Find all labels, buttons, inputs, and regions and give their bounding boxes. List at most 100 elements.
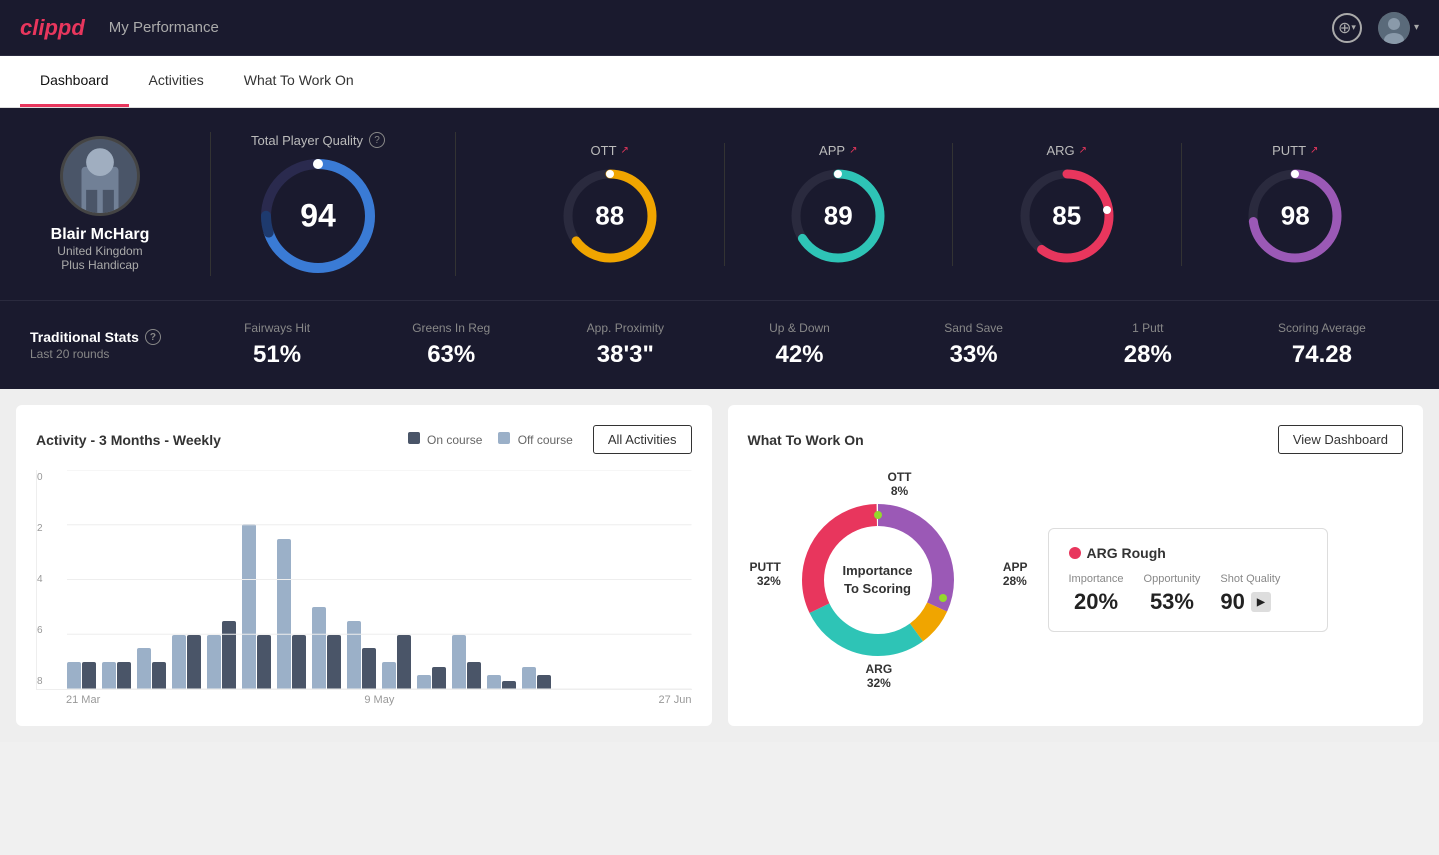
add-button[interactable]: ⊕ ▾ <box>1332 13 1362 43</box>
activity-panel-header: Activity - 3 Months - Weekly On course O… <box>36 425 692 454</box>
player-info: Blair McHarg United Kingdom Plus Handica… <box>30 136 170 272</box>
stats-subtitle: Last 20 rounds <box>30 347 190 361</box>
info-card-title: ARG Rough <box>1069 545 1307 561</box>
stat-oneputt-label: 1 Putt <box>1061 321 1235 335</box>
shotquality-badge: ▶ <box>1251 592 1271 612</box>
donut-area: OTT 8% PUTT 32% APP 28% ARG 32% <box>748 470 1028 690</box>
app-segment-label: APP 28% <box>1003 560 1028 588</box>
arg-label: ARG ↗ <box>1046 143 1087 158</box>
stat-sandsave-label: Sand Save <box>887 321 1061 335</box>
avatar-button[interactable]: ▾ <box>1378 12 1419 44</box>
stat-greens: Greens In Reg 63% <box>364 321 538 369</box>
wtwo-panel-header: What To Work On View Dashboard <box>748 425 1404 454</box>
info-card: ARG Rough Importance 20% Opportunity 53%… <box>1048 528 1328 632</box>
stat-fairways: Fairways Hit 51% <box>190 321 364 369</box>
shotquality-label: Shot Quality <box>1220 573 1280 585</box>
tpq-help-icon[interactable]: ? <box>369 132 385 148</box>
donut-svg-container: ImportanceTo Scoring <box>788 490 968 670</box>
x-label-may: 9 May <box>364 694 394 706</box>
tpq-label: Total Player Quality ? <box>251 132 385 148</box>
wtwo-panel: What To Work On View Dashboard OTT 8% PU… <box>728 405 1424 726</box>
header: clippd My Performance ⊕ ▾ ▾ <box>0 0 1439 56</box>
stat-items: Fairways Hit 51% Greens In Reg 63% App. … <box>190 321 1409 369</box>
arg-section: ARG ↗ 85 <box>953 143 1182 266</box>
putt-label: PUTT ↗ <box>1272 143 1318 158</box>
info-metrics: Importance 20% Opportunity 53% Shot Qual… <box>1069 573 1307 615</box>
activity-chart-title: Activity - 3 Months - Weekly <box>36 432 221 448</box>
info-card-dot <box>1069 547 1081 559</box>
tab-what-to-work-on[interactable]: What To Work On <box>224 56 374 107</box>
stat-scoring-value: 74.28 <box>1235 341 1409 369</box>
stats-help-icon[interactable]: ? <box>145 329 161 345</box>
info-metric-importance: Importance 20% <box>1069 573 1124 615</box>
navigation: Dashboard Activities What To Work On <box>0 56 1439 108</box>
stat-oneputt: 1 Putt 28% <box>1061 321 1235 369</box>
importance-label: Importance <box>1069 573 1124 585</box>
stat-fairways-value: 51% <box>190 341 364 369</box>
opportunity-value: 53% <box>1144 589 1201 615</box>
wtwo-right: ARG Rough Importance 20% Opportunity 53%… <box>1048 470 1404 690</box>
x-label-mar: 21 Mar <box>66 694 100 706</box>
app-value: 89 <box>824 200 853 231</box>
activity-panel: Activity - 3 Months - Weekly On course O… <box>16 405 712 726</box>
stat-updown-value: 42% <box>712 341 886 369</box>
y-labels: 8 6 4 2 0 <box>37 470 65 689</box>
info-metric-shotquality: Shot Quality 90 ▶ <box>1220 573 1280 615</box>
donut-center-label: ImportanceTo Scoring <box>842 562 912 598</box>
x-labels: 21 Mar 9 May 27 Jun <box>36 694 692 706</box>
ott-label: OTT ↗ <box>591 143 629 158</box>
player-handicap: Plus Handicap <box>61 258 138 272</box>
bottom-panels: Activity - 3 Months - Weekly On course O… <box>0 389 1439 742</box>
putt-segment-label: PUTT 32% <box>750 560 781 588</box>
wtwo-title: What To Work On <box>748 432 864 448</box>
stat-sandsave-value: 33% <box>887 341 1061 369</box>
info-metric-opportunity: Opportunity 53% <box>1144 573 1201 615</box>
stat-proximity-label: App. Proximity <box>538 321 712 335</box>
shotquality-value: 90 ▶ <box>1220 589 1280 615</box>
app-ring: 89 <box>788 166 888 266</box>
tab-activities[interactable]: Activities <box>129 56 224 107</box>
ott-section: OTT ↗ 88 <box>496 143 725 266</box>
stats-title: Traditional Stats ? <box>30 329 190 345</box>
logo: clippd <box>20 15 85 41</box>
on-course-legend-dot <box>408 432 420 444</box>
stat-updown: Up & Down 42% <box>712 321 886 369</box>
stat-proximity-value: 38'3" <box>538 341 712 369</box>
x-label-jun: 27 Jun <box>658 694 691 706</box>
all-activities-button[interactable]: All Activities <box>593 425 692 454</box>
putt-section: PUTT ↗ 98 <box>1182 143 1410 266</box>
arg-ring: 85 <box>1017 166 1117 266</box>
tab-dashboard[interactable]: Dashboard <box>20 56 129 107</box>
putt-ring: 98 <box>1245 166 1345 266</box>
stat-scoring-label: Scoring Average <box>1235 321 1409 335</box>
on-course-legend-label: On course <box>427 433 482 447</box>
app-label: APP ↗ <box>819 143 857 158</box>
putt-value: 98 <box>1281 200 1310 231</box>
avatar <box>1378 12 1410 44</box>
view-dashboard-button[interactable]: View Dashboard <box>1278 425 1403 454</box>
header-title: My Performance <box>109 19 1332 36</box>
ott-value: 88 <box>595 200 624 231</box>
tpq-section: Total Player Quality ? 94 <box>251 132 415 276</box>
chart-area: 8 6 4 2 0 <box>36 470 692 706</box>
stat-oneputt-value: 28% <box>1061 341 1235 369</box>
ott-ring: 88 <box>560 166 660 266</box>
chart-bars-container: 8 6 4 2 0 <box>36 470 692 690</box>
importance-value: 20% <box>1069 589 1124 615</box>
hero-section: Blair McHarg United Kingdom Plus Handica… <box>0 108 1439 300</box>
stats-label: Traditional Stats ? Last 20 rounds <box>30 329 190 361</box>
stat-updown-label: Up & Down <box>712 321 886 335</box>
stat-sandsave: Sand Save 33% <box>887 321 1061 369</box>
scores-container: OTT ↗ 88 APP ↗ <box>496 143 1409 266</box>
opportunity-label: Opportunity <box>1144 573 1201 585</box>
off-course-legend-dot <box>498 432 510 444</box>
player-name: Blair McHarg <box>51 226 150 244</box>
avatar-chevron: ▾ <box>1414 22 1419 33</box>
app-section: APP ↗ 89 <box>725 143 954 266</box>
chart-legend: On course Off course <box>408 432 573 447</box>
stat-proximity: App. Proximity 38'3" <box>538 321 712 369</box>
divider <box>210 132 211 276</box>
player-avatar <box>60 136 140 216</box>
player-country: United Kingdom <box>57 244 142 258</box>
wtwo-content: OTT 8% PUTT 32% APP 28% ARG 32% <box>748 470 1404 690</box>
